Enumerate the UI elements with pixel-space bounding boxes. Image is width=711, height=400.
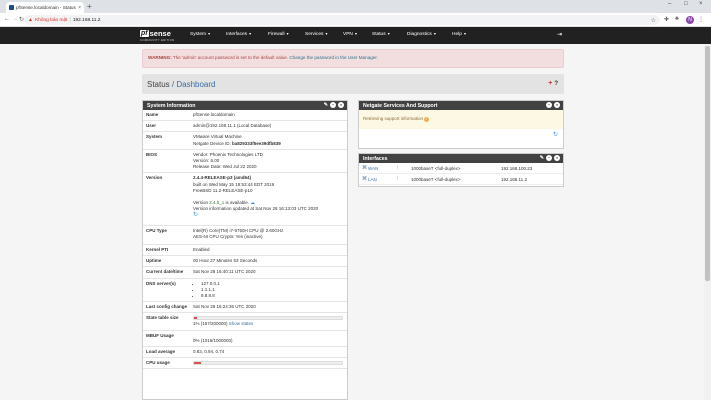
not-secure-label: Không bảo mật: [34, 17, 68, 23]
bookmark-star-icon[interactable]: ☆: [651, 17, 656, 24]
page-scrollbar[interactable]: [704, 44, 711, 400]
interfaces-header: Interfaces ✎ − ×: [359, 154, 563, 163]
breadcrumb-dashboard[interactable]: Dashboard: [176, 80, 215, 89]
add-widget-icon[interactable]: +: [548, 80, 552, 87]
scrollbar-thumb[interactable]: [705, 46, 710, 281]
interface-link-lan[interactable]: LAN: [368, 177, 396, 182]
table-row: CPU usage: [143, 358, 347, 370]
dns-list: 127.0.0.1 1.1.1.1 8.8.8.8: [193, 281, 345, 300]
puzzle-icon[interactable]: ♣: [675, 16, 679, 22]
table-row: State table size 1% (157/200000) Show st…: [143, 313, 347, 331]
table-row: Kernel PTI Enabled: [143, 245, 347, 257]
table-row: Last config change Sat Nov 28 16:24:36 UT…: [143, 302, 347, 314]
default-password-warning: WARNING: The 'admin' account password is…: [142, 49, 564, 68]
close-icon[interactable]: ×: [338, 102, 344, 108]
interface-link-wan[interactable]: WAN: [368, 166, 396, 171]
extension-icon[interactable]: ✚: [664, 16, 669, 23]
table-row: System VMware Virtual Machine Netgate Devi…: [143, 132, 347, 150]
table-row: ⌘ LAN ↑ 1000baseT <full-duplex> 192.168.…: [359, 174, 563, 185]
maximize-button[interactable]: □: [684, 1, 688, 7]
forward-arrow-icon[interactable]: →: [12, 16, 18, 22]
close-icon[interactable]: ×: [554, 155, 560, 161]
menu-system[interactable]: System ▼: [190, 32, 211, 37]
pfsense-navbar: pf sense COMMUNITY EDITION System ▼ Inte…: [0, 27, 711, 44]
wrench-icon[interactable]: ✎: [324, 102, 328, 108]
table-row: Name pfSense.localdomain: [143, 110, 347, 122]
available-version[interactable]: 2.4.5_1: [209, 200, 224, 205]
table-row: Uptime 00 Hour 27 Minutes 53 Seconds: [143, 256, 347, 268]
new-tab-button[interactable]: +: [87, 3, 92, 11]
collapse-icon[interactable]: −: [546, 155, 552, 161]
browser-tabstrip: pfSense.localdomain - Status: D... × + –…: [0, 0, 711, 13]
state-table-fill: [194, 317, 197, 320]
collapse-icon[interactable]: −: [546, 102, 552, 108]
change-password-link[interactable]: Change the password in the User Manager.: [289, 55, 378, 60]
menu-interfaces[interactable]: Interfaces ▼: [226, 32, 252, 37]
pfsense-logo[interactable]: pf sense COMMUNITY EDITION: [140, 29, 180, 42]
back-arrow-icon[interactable]: ←: [4, 16, 10, 22]
menu-services[interactable]: Services ▼: [305, 32, 328, 37]
warning-triangle-icon: ▲: [28, 17, 33, 23]
system-information-header: System Information ✎ − ×: [143, 101, 347, 110]
minimize-button[interactable]: –: [668, 1, 671, 7]
url-text: 192.168.11.2: [72, 17, 101, 23]
profile-avatar[interactable]: N: [686, 16, 694, 24]
tab-close-icon[interactable]: ×: [78, 5, 81, 11]
interfaces-panel: Interfaces ✎ − × ⌘ WAN ↑ 1000baseT <full…: [358, 153, 564, 187]
show-states-link[interactable]: Show states: [229, 321, 254, 326]
list-item: 8.8.8.8: [201, 293, 345, 299]
menu-firewall[interactable]: Firewall ▼: [268, 32, 289, 37]
menu-help[interactable]: Help ▼: [452, 32, 467, 37]
support-info-message: Retrieving support information !: [359, 110, 563, 129]
table-row: User admin@192.168.11.1 (Local Database): [143, 121, 347, 133]
table-row: Version 2.4.4-RELEASE-p3 (amd64) built o…: [143, 173, 347, 226]
table-row: CPU Type Intel(R) Core(TM) i7-9750H CPU @…: [143, 226, 347, 246]
netgate-services-header: Netgate Services And Support − ×: [359, 101, 563, 110]
cpu-usage-fill: [194, 362, 202, 365]
browser-tab[interactable]: pfSense.localdomain - Status: D... ×: [6, 2, 84, 13]
system-information-panel: System Information ✎ − × Name pfSense.loc…: [142, 100, 348, 400]
menu-status[interactable]: Status ▼: [372, 32, 390, 37]
warning-circle-icon: !: [424, 117, 430, 122]
wrench-icon[interactable]: ✎: [540, 155, 544, 161]
breadcrumb: Status / Dashboard + ?: [142, 74, 564, 94]
refresh-icon[interactable]: ↻: [553, 132, 558, 138]
logo-subtitle: COMMUNITY EDITION: [140, 38, 175, 42]
refresh-icon[interactable]: ↻: [193, 212, 345, 218]
collapse-icon[interactable]: −: [330, 102, 336, 108]
state-table-bar: [193, 316, 343, 321]
arrow-up-icon: ↑: [396, 165, 399, 171]
table-row: MBUF Usage 0% (1016/1000000): [143, 331, 347, 347]
menu-vpn[interactable]: VPN ▼: [343, 32, 358, 37]
table-row: ⌘ WAN ↑ 1000baseT <full-duplex> 192.168.…: [359, 163, 563, 174]
arrow-up-icon: ↑: [396, 176, 399, 182]
help-icon[interactable]: ?: [554, 81, 558, 87]
breadcrumb-status: Status: [147, 80, 170, 89]
table-row: Current date/time Sat Nov 28 16:40:11 UTC…: [143, 267, 347, 279]
table-row: BIOS Vendor: Phoenix Technologies LTD Vers…: [143, 150, 347, 174]
close-icon[interactable]: ×: [554, 102, 560, 108]
address-bar[interactable]: ▲ Không bảo mật | 192.168.11.2 ☆: [24, 15, 660, 25]
more-menu-icon[interactable]: ⋮: [698, 16, 704, 23]
cpu-usage-bar: [193, 361, 343, 366]
logout-icon[interactable]: ⇥: [557, 31, 562, 38]
table-row: Load average 0.83, 0.94, 0.74: [143, 347, 347, 359]
cloud-download-icon[interactable]: ☁: [250, 200, 255, 205]
browser-toolbar: ← → ↻ ▲ Không bảo mật | 192.168.11.2 ☆ ✚…: [0, 13, 711, 27]
logo-sense: sense: [149, 29, 171, 38]
window-close-button[interactable]: ×: [699, 1, 703, 7]
logo-pf: pf: [140, 30, 149, 37]
tab-title: pfSense.localdomain - Status: D...: [16, 5, 77, 10]
menu-diagnostics[interactable]: Diagnostics ▼: [407, 32, 437, 37]
table-row: DNS server(s) 127.0.0.1 1.1.1.1 8.8.8.8: [143, 279, 347, 303]
netgate-services-panel: Netgate Services And Support − × Retriev…: [358, 100, 564, 149]
pfsense-favicon-icon: [9, 5, 14, 10]
